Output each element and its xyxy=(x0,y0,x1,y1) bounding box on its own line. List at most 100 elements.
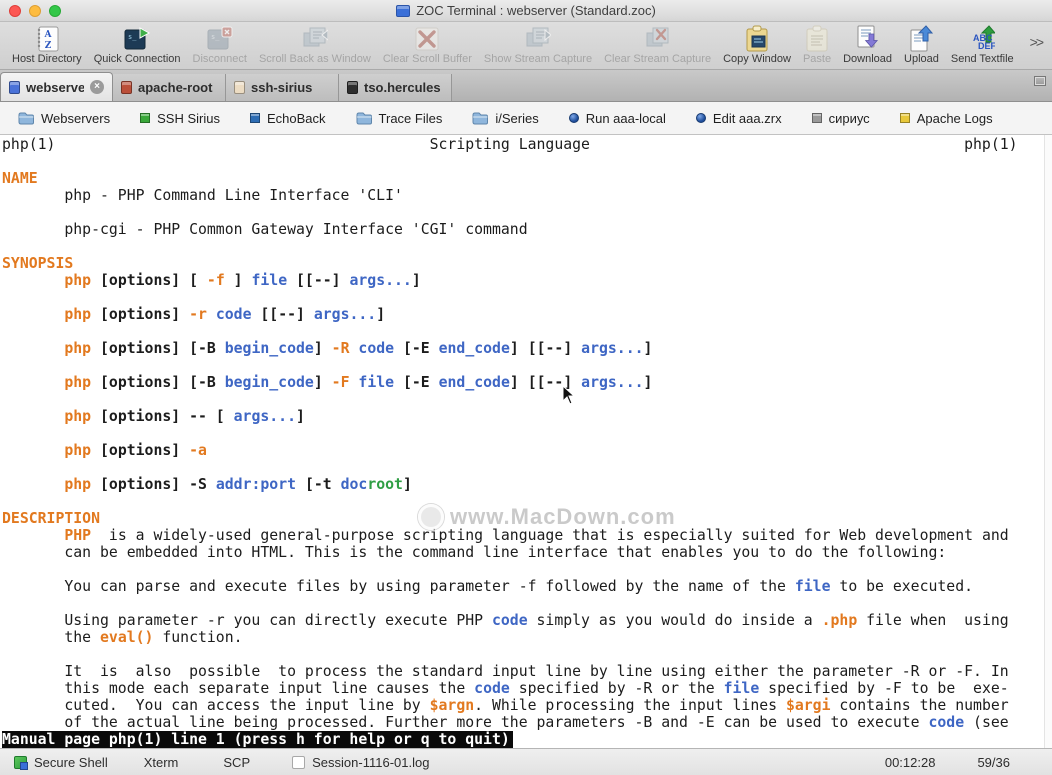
square-icon xyxy=(899,113,910,123)
clear-scroll-buffer-icon xyxy=(414,25,440,52)
window-title: ZOC Terminal : webserver (Standard.zoc) xyxy=(416,3,656,18)
folder-icon xyxy=(18,112,34,124)
traffic-lights xyxy=(9,4,61,17)
quickbar-button[interactable]: сириус xyxy=(811,110,870,126)
quickbar-button[interactable]: Run aaa-local xyxy=(568,110,666,126)
log-checkbox[interactable] xyxy=(292,755,306,769)
quick-connection-button[interactable]: s_ Quick Connection xyxy=(88,24,187,66)
upload-button[interactable]: Upload xyxy=(898,24,945,66)
quickbar-button-label: EchoBack xyxy=(266,110,326,126)
terminal-line: It is also possible to process the stand… xyxy=(2,663,1009,680)
download-button[interactable]: Download xyxy=(837,24,898,66)
session-tab-bar: webserver × apache-root ssh-sirius tso.h… xyxy=(0,70,1052,102)
toolbar-overflow-chevron[interactable]: >> xyxy=(1024,24,1048,60)
clear-stream-capture-icon xyxy=(645,25,671,52)
copy-window-button[interactable]: Copy Window xyxy=(717,24,797,66)
connection-status[interactable]: Secure Shell xyxy=(14,755,108,770)
clear-stream-capture-button[interactable]: Clear Stream Capture xyxy=(598,24,717,66)
quickbar-button-label: i/Series xyxy=(495,110,539,126)
tab-tso-hercules[interactable]: tso.hercules xyxy=(339,74,452,101)
tab-webserver[interactable]: webserver × xyxy=(0,72,113,101)
scroll-back-as-window-button[interactable]: Scroll Back as Window xyxy=(253,24,377,66)
terminal-line: this mode each separate input line cause… xyxy=(2,680,1009,697)
quickbar-button[interactable]: SSH Sirius xyxy=(140,111,220,126)
disconnect-button[interactable]: s_ Disconnect xyxy=(187,24,253,66)
terminal-scrollbar[interactable] xyxy=(1044,135,1052,748)
svg-text:s_: s_ xyxy=(128,33,137,41)
quickbar-button[interactable]: Edit aaa.zrx xyxy=(695,110,782,126)
session-log-toggle[interactable]: Session-1116-01.log xyxy=(292,755,429,770)
terminal-line: SYNOPSIS xyxy=(2,255,74,272)
terminal-line: php - PHP Command Line Interface 'CLI' xyxy=(2,187,403,204)
session-type-icon xyxy=(234,81,245,94)
send-textfile-icon: ABC DEF xyxy=(969,25,996,52)
minimize-window-button[interactable] xyxy=(29,4,41,17)
disconnect-icon: s_ xyxy=(207,25,233,52)
quickbar-button-label: Run aaa-local xyxy=(585,110,666,126)
tab-apache-root[interactable]: apache-root xyxy=(113,74,226,101)
upload-icon xyxy=(908,25,934,52)
terminal-line: php [options] -S addr:port [-t docroot] xyxy=(64,476,412,493)
quickbar-button-label: Edit aaa.zrx xyxy=(712,110,782,126)
terminal-line: php [options] [-B begin_code] -R code [-… xyxy=(64,340,653,357)
paste-button[interactable]: Paste xyxy=(797,24,837,66)
terminal-line: the eval() function. xyxy=(2,629,243,646)
zoom-window-button[interactable] xyxy=(49,4,61,17)
terminal-line: php [options] [ -f ] file [[--] args...] xyxy=(64,272,421,289)
svg-text:...: ... xyxy=(46,37,50,43)
folder-icon xyxy=(472,112,489,124)
session-type-icon xyxy=(9,80,20,94)
ball-icon xyxy=(568,113,579,123)
terminal-line: cuted. You can access the input line by … xyxy=(2,697,1009,714)
terminal-area[interactable]: php(1) Scripting Language php(1) NAME php… xyxy=(0,135,1052,748)
title-bar: ZOC Terminal : webserver (Standard.zoc) xyxy=(0,0,1052,22)
send-textfile-button[interactable]: ABC DEF Send Textfile xyxy=(945,24,1020,66)
folder-icon xyxy=(356,112,372,124)
cursor-position: 59/36 xyxy=(977,754,1010,770)
pager-status-line: Manual page php(1) line 1 (press h for h… xyxy=(2,731,1044,748)
toolbar: A Z ... Host Directory s_ Quick Connecti… xyxy=(0,22,1052,70)
quickbar-button[interactable]: EchoBack xyxy=(249,110,326,126)
window-list-icon[interactable] xyxy=(1034,76,1046,86)
emulation-status[interactable]: Xterm xyxy=(144,755,179,770)
terminal-line: php-cgi - PHP Common Gateway Interface '… xyxy=(2,221,528,238)
terminal-line: of the actual line being processed. Furt… xyxy=(2,714,1009,731)
session-type-icon xyxy=(121,81,132,94)
tab-ssh-sirius[interactable]: ssh-sirius xyxy=(226,74,339,101)
zoc-terminal-window: ZOC Terminal : webserver (Standard.zoc) … xyxy=(0,0,1052,775)
terminal-line: NAME xyxy=(2,170,38,187)
secure-shell-icon xyxy=(14,755,28,770)
host-directory-icon: A Z ... xyxy=(34,25,60,52)
terminal-output: php(1) Scripting Language php(1) NAME php… xyxy=(0,135,1044,748)
terminal-line: DESCRIPTION xyxy=(2,510,100,527)
host-directory-button[interactable]: A Z ... Host Directory xyxy=(6,24,88,66)
quickbar-button-label: SSH Sirius xyxy=(157,110,220,126)
clear-scroll-buffer-button[interactable]: Clear Scroll Buffer xyxy=(377,24,478,66)
quickbar-button[interactable]: Trace Files xyxy=(356,111,442,126)
square-icon xyxy=(140,113,151,123)
square-icon xyxy=(811,113,822,123)
copy-window-icon xyxy=(744,25,770,52)
quickbar-button[interactable]: Webservers xyxy=(18,111,110,126)
quickbar-button-label: сириус xyxy=(828,110,870,126)
tab-close-icon[interactable]: × xyxy=(90,80,104,94)
quickbar-button[interactable]: i/Series xyxy=(472,110,539,126)
session-type-icon xyxy=(347,81,358,94)
transfer-protocol-status[interactable]: SCP xyxy=(223,755,250,770)
close-window-button[interactable] xyxy=(9,4,21,17)
app-icon xyxy=(396,4,411,17)
quick-access-bar: Webservers SSH Sirius EchoBack Trace Files… xyxy=(0,102,1052,135)
terminal-line: PHP is a widely-used general-purpose scr… xyxy=(64,527,1009,544)
square-icon xyxy=(249,113,260,123)
quick-connection-icon: s_ xyxy=(124,25,151,52)
show-stream-capture-button[interactable]: Show Stream Capture xyxy=(478,24,598,66)
show-stream-capture-icon xyxy=(525,25,551,52)
quickbar-button[interactable]: Apache Logs xyxy=(899,111,993,126)
